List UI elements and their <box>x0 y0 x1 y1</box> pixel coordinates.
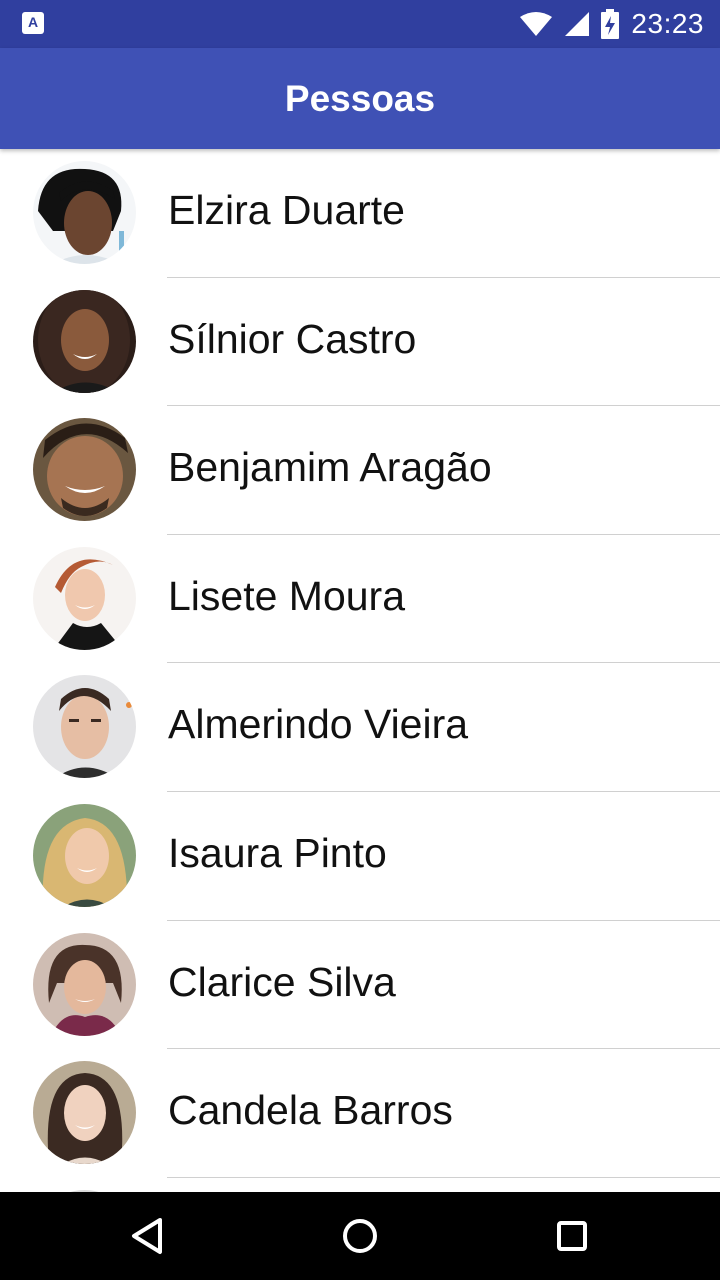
avatar <box>33 418 136 522</box>
list-item[interactable]: Sílnior Castro <box>0 278 720 407</box>
person-name: Candela Barros <box>168 1087 453 1134</box>
avatar <box>33 161 136 264</box>
a-badge-icon: A <box>22 12 44 34</box>
avatar <box>33 932 136 1036</box>
app-bar: Pessoas <box>0 48 720 149</box>
list-item[interactable]: Benjamim Aragão <box>0 406 720 535</box>
person-name: Benjamim Aragão <box>168 444 492 491</box>
avatar <box>33 675 136 779</box>
person-name: Elzira Duarte <box>168 187 405 233</box>
person-name: Almerindo Vieira <box>168 701 469 748</box>
list-item[interactable]: Elzira Duarte <box>0 149 720 278</box>
status-icons: 23:23 <box>519 0 704 48</box>
battery-charging-icon <box>601 9 620 39</box>
person-name: Lisete Moura <box>168 572 406 619</box>
navigation-bar <box>0 1192 720 1280</box>
home-icon[interactable] <box>336 1212 384 1260</box>
avatar <box>33 803 136 907</box>
avatar <box>33 1061 136 1165</box>
recents-icon[interactable] <box>548 1212 596 1260</box>
list-item[interactable]: Lisete Moura <box>0 535 720 664</box>
list-item[interactable]: Isaura Pinto <box>0 792 720 921</box>
screen: A 23:23 Pessoas Elzira Duarte Sílnior Ca… <box>0 0 720 1280</box>
list-item[interactable] <box>0 1178 720 1192</box>
person-name: Clarice Silva <box>168 958 396 1005</box>
avatar <box>33 546 136 650</box>
list-item[interactable]: Candela Barros <box>0 1049 720 1178</box>
status-bar: A 23:23 <box>0 0 720 48</box>
status-time: 23:23 <box>631 8 704 39</box>
people-list[interactable]: Elzira Duarte Sílnior Castro Benjamim Ar… <box>0 149 720 1192</box>
list-item[interactable]: Almerindo Vieira <box>0 663 720 792</box>
page-title: Pessoas <box>284 78 436 119</box>
wifi-icon <box>519 11 553 37</box>
list-item[interactable]: Clarice Silva <box>0 921 720 1050</box>
person-name: Isaura Pinto <box>168 829 387 876</box>
avatar <box>33 289 136 393</box>
signal-icon <box>563 10 591 38</box>
back-icon[interactable] <box>124 1212 172 1260</box>
person-name: Sílnior Castro <box>168 315 417 362</box>
